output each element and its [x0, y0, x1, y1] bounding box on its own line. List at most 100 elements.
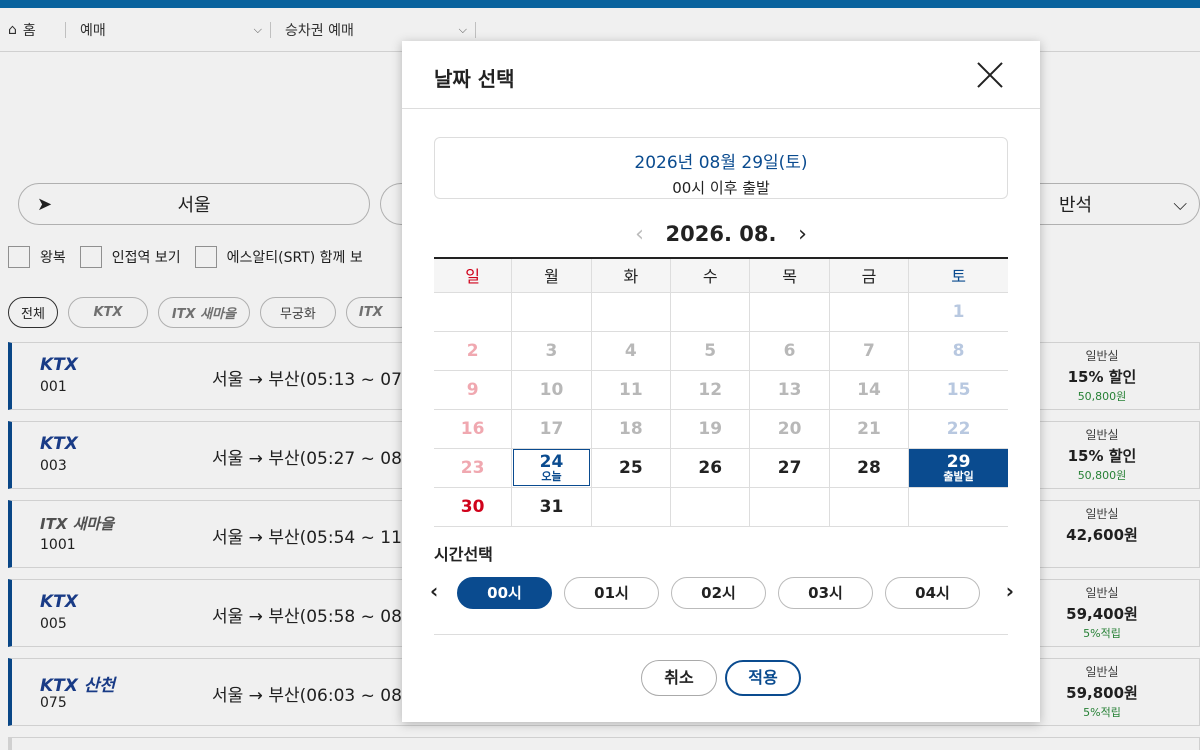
dialog-title: 날짜 선택	[434, 67, 515, 91]
time-option-button[interactable]: 03시	[778, 577, 873, 609]
day-number: 19	[698, 418, 723, 439]
calendar-day: 15	[908, 370, 1008, 410]
calendar-day: 5	[670, 331, 751, 371]
day-number: 31	[539, 496, 564, 517]
weekday-header: 토	[908, 257, 1008, 293]
calendar-day[interactable]: 28	[829, 448, 910, 488]
day-number: 18	[618, 418, 643, 439]
calendar-week: 1	[434, 292, 1008, 332]
day-number: 22	[946, 418, 971, 439]
calendar-day: 12	[670, 370, 751, 410]
calendar-day: 21	[829, 409, 910, 449]
day-number: 13	[777, 379, 802, 400]
calendar-empty-cell	[591, 292, 672, 332]
day-number: 11	[618, 379, 643, 400]
calendar-empty-cell	[434, 292, 513, 332]
time-option-button[interactable]: 02시	[671, 577, 766, 609]
day-number: 4	[624, 340, 637, 361]
day-number: 1	[952, 301, 965, 322]
day-number: 3	[545, 340, 558, 361]
time-option-button[interactable]: 00시	[457, 577, 552, 609]
calendar-day[interactable]: 26	[670, 448, 751, 488]
day-number: 7	[863, 340, 875, 361]
month-navigation: ‹ 2026. 08. ›	[402, 219, 1040, 249]
calendar-day: 2	[434, 331, 513, 371]
chevron-right-icon[interactable]: ›	[1006, 579, 1014, 603]
calendar-day[interactable]: 25	[591, 448, 672, 488]
day-number: 28	[857, 457, 881, 478]
calendar-day: 22	[908, 409, 1008, 449]
calendar-grid: 일월화수목금토 1 2 3 4 5 6 7 8 9 10 11 12 13 14 15 16 17 18 19 20 2…	[434, 257, 1008, 527]
calendar-day: 9	[434, 370, 513, 410]
selected-time-text: 00시 이후 출발	[672, 179, 770, 197]
calendar-day: 11	[591, 370, 672, 410]
departure-day-label: 출발일	[943, 469, 974, 483]
calendar-day: 8	[908, 331, 1008, 371]
day-number: 23	[460, 457, 485, 478]
time-option-button[interactable]: 01시	[564, 577, 659, 609]
calendar-day: 23	[434, 448, 513, 488]
chevron-left-icon[interactable]: ‹	[430, 579, 438, 603]
calendar-day[interactable]: 24 오늘	[511, 448, 592, 488]
time-select-title: 시간선택	[434, 545, 493, 564]
day-number: 20	[777, 418, 802, 439]
calendar-week: 16 17 18 19 20 21 22	[434, 409, 1008, 449]
chevron-right-icon[interactable]: ›	[790, 222, 814, 247]
day-number: 26	[698, 457, 723, 478]
weekday-header: 일	[434, 257, 513, 293]
weekday-header: 금	[829, 257, 910, 293]
calendar-day: 3	[511, 331, 592, 371]
calendar-week: 30 31	[434, 487, 1008, 527]
chevron-left-icon[interactable]: ‹	[628, 222, 652, 247]
day-number: 12	[698, 379, 723, 400]
calendar-day: 1	[908, 292, 1008, 332]
weekday-header: 화	[591, 257, 672, 293]
day-number: 16	[460, 418, 485, 439]
dialog-header: 날짜 선택	[402, 41, 1040, 109]
time-selector: ‹ › 00시 01시 02시 03시 04시	[430, 576, 1014, 610]
calendar-day: 6	[749, 331, 830, 371]
day-number: 14	[857, 379, 881, 400]
calendar-week: 2 3 4 5 6 7 8	[434, 331, 1008, 371]
calendar-day[interactable]: 27	[749, 448, 830, 488]
today-label: 오늘	[541, 469, 562, 483]
calendar-empty-cell	[908, 487, 1008, 527]
calendar-day: 13	[749, 370, 830, 410]
apply-button[interactable]: 적용	[725, 660, 801, 696]
dialog-actions: 취소 적용	[402, 660, 1040, 696]
day-number: 30	[460, 496, 485, 517]
calendar-day: 18	[591, 409, 672, 449]
calendar-day: 4	[591, 331, 672, 371]
calendar-day: 14	[829, 370, 910, 410]
calendar-empty-cell	[829, 487, 910, 527]
calendar-week: 9 10 11 12 13 14 15	[434, 370, 1008, 410]
calendar-day[interactable]: 31	[511, 487, 592, 527]
weekday-header: 수	[670, 257, 751, 293]
calendar-empty-cell	[749, 487, 830, 527]
cancel-button[interactable]: 취소	[641, 660, 717, 696]
calendar-day: 17	[511, 409, 592, 449]
calendar-empty-cell	[670, 487, 751, 527]
day-number: 9	[466, 379, 479, 400]
weekday-header: 월	[511, 257, 592, 293]
selected-date-text: 2026년 08월 29일(토)	[634, 153, 808, 173]
weekday-header: 목	[749, 257, 830, 293]
calendar-day[interactable]: 30	[434, 487, 513, 527]
day-number: 6	[783, 340, 796, 361]
day-number: 24	[539, 451, 564, 472]
calendar-empty-cell	[749, 292, 830, 332]
day-number: 29	[946, 451, 971, 472]
current-month: 2026. 08.	[665, 222, 777, 246]
calendar-day: 20	[749, 409, 830, 449]
calendar-day: 16	[434, 409, 513, 449]
day-number: 8	[952, 340, 965, 361]
calendar-empty-cell	[511, 292, 592, 332]
time-option-button[interactable]: 04시	[885, 577, 980, 609]
divider	[434, 634, 1008, 635]
calendar-day: 19	[670, 409, 751, 449]
day-number: 5	[704, 340, 717, 361]
close-icon[interactable]	[976, 61, 1004, 89]
calendar-day[interactable]: 29 출발일	[908, 448, 1008, 488]
day-number: 10	[539, 379, 564, 400]
day-number: 17	[539, 418, 564, 439]
